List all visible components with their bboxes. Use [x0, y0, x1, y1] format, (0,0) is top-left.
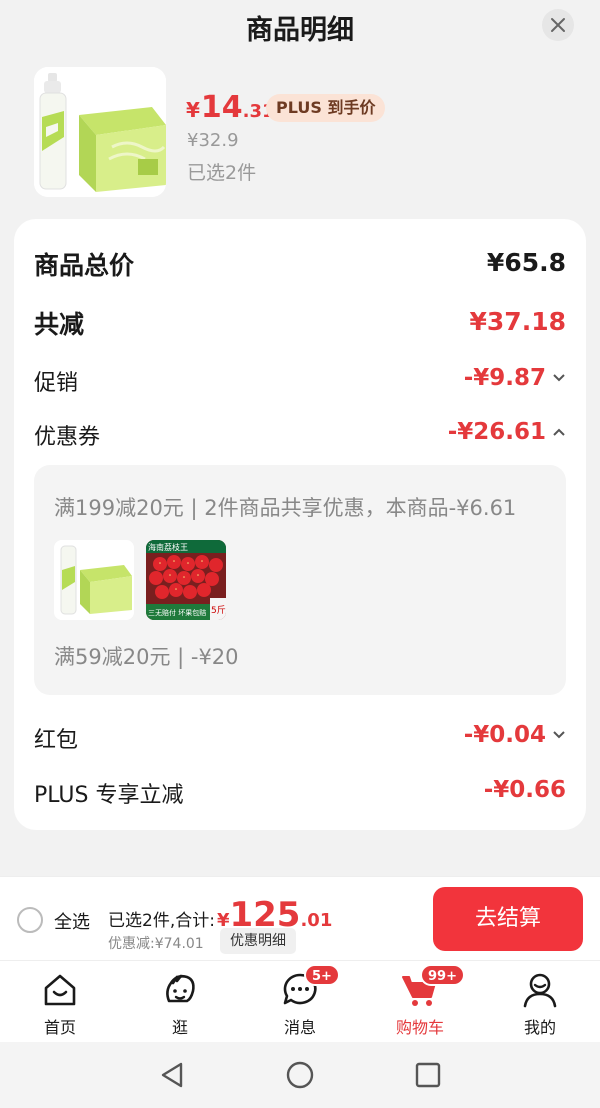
- plus-discount-value: -¥0.66: [483, 777, 566, 803]
- close-icon: [551, 18, 565, 32]
- chevron-up-icon: [553, 428, 565, 436]
- selected-count: 已选2件: [187, 162, 257, 184]
- saving-text: 优惠减:¥74.01: [108, 936, 204, 952]
- total-decimal: .01: [300, 910, 333, 931]
- svg-text:5斤: 5斤: [211, 605, 226, 616]
- plus-price-tag: PLUS 到手价: [266, 94, 386, 122]
- tab-home[interactable]: 首页: [0, 961, 120, 1043]
- price-integer: 14: [200, 90, 243, 125]
- back-nav-icon[interactable]: [157, 1060, 187, 1090]
- promo-row[interactable]: -¥9.87: [464, 365, 566, 391]
- coupon-value: -¥26.61: [447, 419, 546, 445]
- message-badge: 5+: [304, 964, 340, 986]
- reduce-label: 共减: [34, 310, 85, 339]
- total-label: 商品总价: [34, 251, 135, 280]
- cart-badge: 99+: [420, 964, 465, 986]
- tab-cart[interactable]: 99+ 购物车: [360, 961, 480, 1043]
- price-symbol: ¥: [186, 98, 200, 122]
- home-icon: [44, 974, 76, 1006]
- redpacket-row[interactable]: -¥0.04: [464, 722, 566, 748]
- coupon-row[interactable]: -¥26.61: [448, 419, 566, 445]
- tab-profile-label: 我的: [523, 1018, 556, 1037]
- reduce-value: ¥37.18: [469, 307, 566, 336]
- plus-discount-label: PLUS 专享立减: [34, 783, 184, 808]
- product-detail-sheet: 商品明细 ¥ 14 .31 PLUS 到手价 ¥32.9 已选2件 商品总价 ¥…: [0, 0, 600, 876]
- tab-bar: 首页 逛 5+ 消息 99+ 购物车 我的: [0, 960, 600, 1042]
- tab-cart-label: 购物车: [395, 1018, 444, 1037]
- total-prefix: 已选2件,合计:: [108, 911, 215, 931]
- recents-nav-icon[interactable]: [413, 1060, 443, 1090]
- profile-icon: [523, 973, 557, 1008]
- stroll-icon: [166, 974, 195, 1003]
- coupon-label: 优惠券: [34, 425, 101, 450]
- total-value: ¥65.8: [486, 248, 566, 277]
- checkout-button[interactable]: 去结算: [433, 887, 583, 951]
- svg-text:海南荔枝王: 海南荔枝王: [148, 542, 188, 552]
- checkout-bar: 全选 已选2件,合计: ¥ 125 .01 优惠减:¥74.01 优惠明细 去结…: [0, 876, 600, 960]
- coupon-product-thumb-water: [54, 540, 134, 620]
- svg-text:三无赔付 坏果包赔: 三无赔付 坏果包赔: [148, 608, 206, 617]
- tab-home-label: 首页: [43, 1018, 76, 1037]
- promo-label: 促销: [34, 371, 79, 396]
- product-price: ¥ 14 .31: [186, 90, 275, 125]
- chevron-down-icon: [553, 374, 565, 382]
- redpacket-value: -¥0.04: [463, 722, 546, 748]
- coupon-line-1: 满199减20元 | 2件商品共享优惠，本商品-¥6.61: [54, 496, 517, 520]
- price-breakdown-card: 商品总价 ¥65.8 共减 ¥37.18 促销 -¥9.87 优惠券 -¥26.…: [14, 219, 586, 830]
- tab-stroll-label: 逛: [171, 1018, 188, 1037]
- tab-profile[interactable]: 我的: [480, 961, 600, 1043]
- home-nav-icon[interactable]: [285, 1060, 315, 1090]
- original-price: ¥32.9: [187, 130, 239, 151]
- sheet-title: 商品明细: [246, 15, 354, 46]
- system-nav-bar: [0, 1042, 600, 1108]
- coupon-line-2: 满59减20元 | -¥20: [54, 645, 239, 669]
- close-button[interactable]: [542, 9, 574, 41]
- redpacket-label: 红包: [34, 728, 79, 753]
- select-all-label[interactable]: 全选: [54, 908, 90, 934]
- select-all-radio[interactable]: [17, 907, 43, 933]
- promo-value: -¥9.87: [463, 365, 546, 391]
- coupon-product-thumb-strawberry: 海南荔枝王 三无赔付 坏果包赔 5斤: [146, 540, 226, 620]
- tab-messages-label: 消息: [283, 1018, 316, 1037]
- product-image: [34, 67, 166, 197]
- tab-messages[interactable]: 5+ 消息: [240, 961, 360, 1043]
- chevron-down-icon: [553, 731, 565, 739]
- coupon-detail-box: 满199减20元 | 2件商品共享优惠，本商品-¥6.61 海南荔枝王 三无赔付…: [34, 465, 566, 695]
- tab-stroll[interactable]: 逛: [120, 961, 240, 1043]
- saving-detail-button[interactable]: 优惠明细: [220, 928, 296, 954]
